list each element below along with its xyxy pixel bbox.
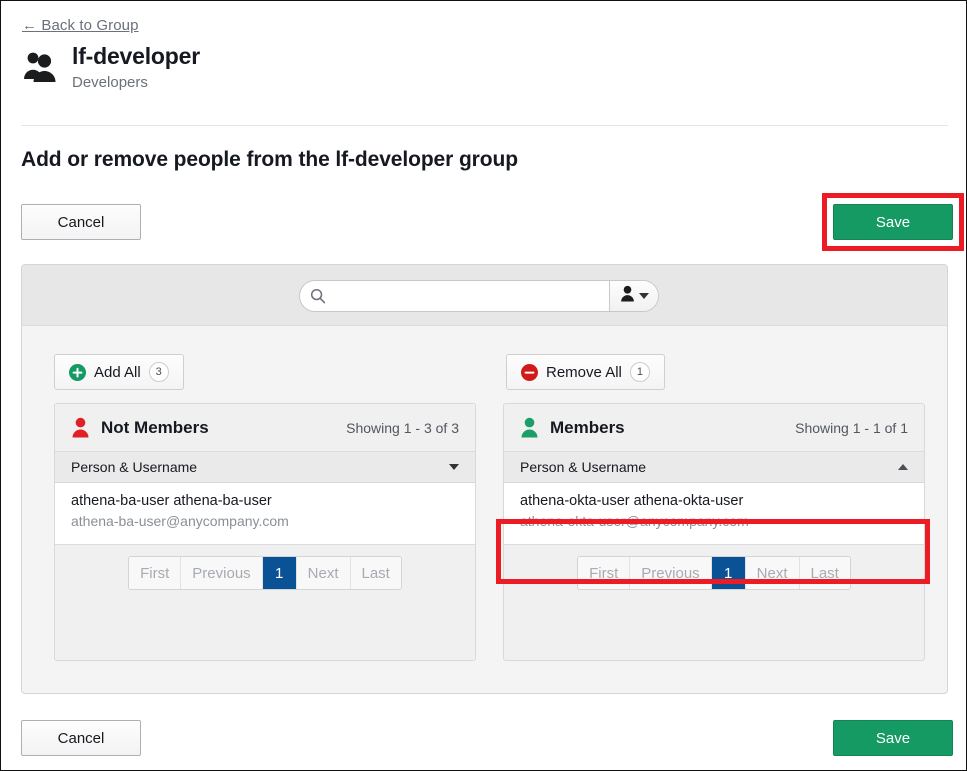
chevron-down-icon <box>639 293 649 299</box>
search-icon <box>310 288 326 304</box>
cancel-button-top[interactable]: Cancel <box>21 204 141 240</box>
page-root: ← Back to Group lf-developer Developers … <box>0 0 967 771</box>
section-title: Add or remove people from the lf-develop… <box>21 148 518 172</box>
members-pagination: First Previous 1 Next Last <box>504 545 924 601</box>
page-title: lf-developer <box>72 41 200 71</box>
sort-descending-icon <box>449 464 459 470</box>
add-all-button[interactable]: Add All 3 <box>54 354 184 390</box>
search-field <box>300 281 609 311</box>
save-button-bottom[interactable]: Save <box>833 720 953 756</box>
plus-circle-icon <box>69 364 86 381</box>
members-rows: athena-okta-user athena-okta-user athena… <box>504 483 924 545</box>
pager-first[interactable]: First <box>578 557 630 589</box>
transfer-panel: Add All 3 Remove All 1 Not Memb <box>21 264 948 694</box>
not-members-header: Not Members Showing 1 - 3 of 3 <box>55 404 475 452</box>
pager-previous[interactable]: Previous <box>630 557 711 589</box>
remove-all-count: 1 <box>630 362 650 382</box>
minus-circle-icon <box>521 364 538 381</box>
not-members-showing: Showing 1 - 3 of 3 <box>346 420 459 436</box>
members-column-label: Person & Username <box>520 459 646 475</box>
pager: First Previous 1 Next Last <box>577 556 851 590</box>
pager-last[interactable]: Last <box>800 557 850 589</box>
list-item-name: athena-okta-user athena-okta-user <box>520 492 908 511</box>
pager-last[interactable]: Last <box>351 557 401 589</box>
not-members-panel: Not Members Showing 1 - 3 of 3 Person & … <box>54 403 476 661</box>
pager-page-1[interactable]: 1 <box>263 557 297 589</box>
group-text-block: lf-developer Developers <box>72 41 200 93</box>
members-column-header[interactable]: Person & Username <box>504 452 924 483</box>
members-panel: Members Showing 1 - 1 of 1 Person & User… <box>503 403 925 661</box>
save-button-top[interactable]: Save <box>833 204 953 240</box>
members-header: Members Showing 1 - 1 of 1 <box>504 404 924 452</box>
search-bar <box>299 280 659 312</box>
back-to-group-link[interactable]: ← Back to Group <box>22 17 139 34</box>
members-title: Members <box>550 418 625 438</box>
search-filter-dropdown[interactable] <box>609 281 658 311</box>
list-item-email: athena-okta-user@anycompany.com <box>520 512 908 531</box>
group-header: lf-developer Developers <box>21 41 200 93</box>
not-members-rows: athena-ba-user athena-ba-user athena-ba-… <box>55 483 475 545</box>
not-members-title: Not Members <box>101 418 209 438</box>
add-all-label: Add All <box>94 364 141 381</box>
not-members-pagination: First Previous 1 Next Last <box>55 545 475 601</box>
members-showing: Showing 1 - 1 of 1 <box>795 420 908 436</box>
pager: First Previous 1 Next Last <box>128 556 402 590</box>
remove-all-button[interactable]: Remove All 1 <box>506 354 665 390</box>
list-item-email: athena-ba-user@anycompany.com <box>71 512 459 531</box>
header-divider <box>21 125 948 126</box>
group-description: Developers <box>72 73 200 93</box>
remove-all-label: Remove All <box>546 364 622 381</box>
group-people-icon <box>21 49 59 83</box>
person-icon-red <box>71 417 90 438</box>
list-item[interactable]: athena-okta-user athena-okta-user athena… <box>504 483 924 541</box>
add-all-count: 3 <box>149 362 169 382</box>
pager-next[interactable]: Next <box>746 557 800 589</box>
pager-previous[interactable]: Previous <box>181 557 262 589</box>
cancel-button-bottom[interactable]: Cancel <box>21 720 141 756</box>
person-icon <box>620 285 635 307</box>
search-input[interactable] <box>326 281 609 311</box>
person-icon-green <box>520 417 539 438</box>
list-item[interactable]: athena-ba-user athena-ba-user athena-ba-… <box>55 483 475 541</box>
sort-ascending-icon <box>898 464 908 470</box>
pager-next[interactable]: Next <box>297 557 351 589</box>
not-members-column-label: Person & Username <box>71 459 197 475</box>
not-members-column-header[interactable]: Person & Username <box>55 452 475 483</box>
pager-page-1[interactable]: 1 <box>712 557 746 589</box>
pager-first[interactable]: First <box>129 557 181 589</box>
list-item-name: athena-ba-user athena-ba-user <box>71 492 459 511</box>
